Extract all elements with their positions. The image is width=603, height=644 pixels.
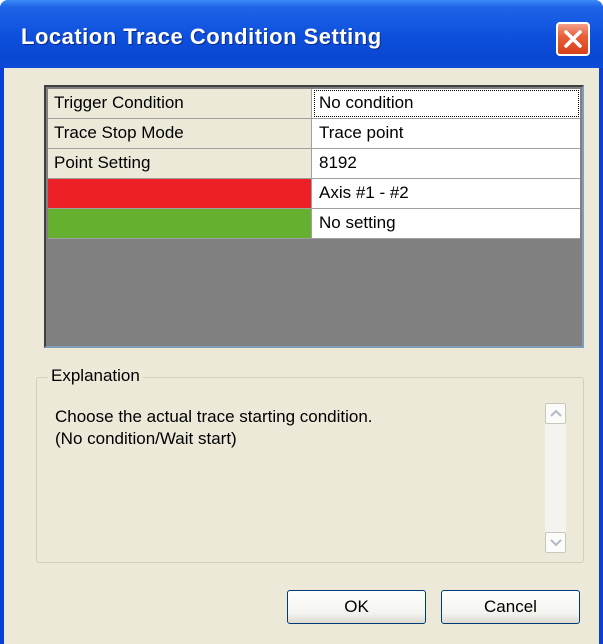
explanation-legend: Explanation [48, 366, 143, 386]
chevron-up-icon [550, 409, 562, 417]
dialog-client-area: Trigger Condition No condition Trace Sto… [4, 68, 599, 644]
green-color-swatch [48, 209, 312, 238]
grid-key: Trace Stop Mode [48, 119, 312, 148]
chevron-down-icon [550, 539, 562, 547]
dialog-window: Location Trace Condition Setting Trigger… [0, 0, 603, 644]
scroll-down-button[interactable] [545, 532, 566, 553]
grid-row-trigger-condition[interactable]: Trigger Condition No condition [48, 89, 580, 119]
close-icon [564, 30, 582, 48]
grid-row-trace-stop-mode[interactable]: Trace Stop Mode Trace point [48, 119, 580, 149]
explanation-scrollbar[interactable] [545, 403, 566, 553]
explanation-line-2: (No condition/Wait start) [55, 429, 237, 448]
property-grid: Trigger Condition No condition Trace Sto… [44, 85, 584, 348]
green-axis-value[interactable]: No setting [313, 209, 580, 238]
trigger-condition-value[interactable]: No condition [313, 89, 580, 118]
red-color-swatch [48, 179, 312, 208]
grid-key: Trigger Condition [48, 89, 312, 118]
window-title: Location Trace Condition Setting [21, 24, 382, 49]
grid-row-red-axis[interactable]: Axis #1 - #2 [48, 179, 580, 209]
close-button[interactable] [556, 22, 590, 56]
explanation-group: Explanation Choose the actual trace star… [36, 366, 584, 563]
scroll-up-button[interactable] [545, 403, 566, 424]
grid-key: Point Setting [48, 149, 312, 178]
grid-row-green-axis[interactable]: No setting [48, 209, 580, 239]
point-setting-value[interactable]: 8192 [313, 149, 580, 178]
title-bar[interactable]: Location Trace Condition Setting [0, 0, 603, 68]
red-axis-value[interactable]: Axis #1 - #2 [313, 179, 580, 208]
ok-button[interactable]: OK [287, 590, 426, 624]
trace-stop-mode-value[interactable]: Trace point [313, 119, 580, 148]
explanation-text: Choose the actual trace starting conditi… [55, 406, 373, 450]
cancel-button[interactable]: Cancel [441, 590, 580, 624]
grid-row-point-setting[interactable]: Point Setting 8192 [48, 149, 580, 179]
explanation-line-1: Choose the actual trace starting conditi… [55, 407, 373, 426]
